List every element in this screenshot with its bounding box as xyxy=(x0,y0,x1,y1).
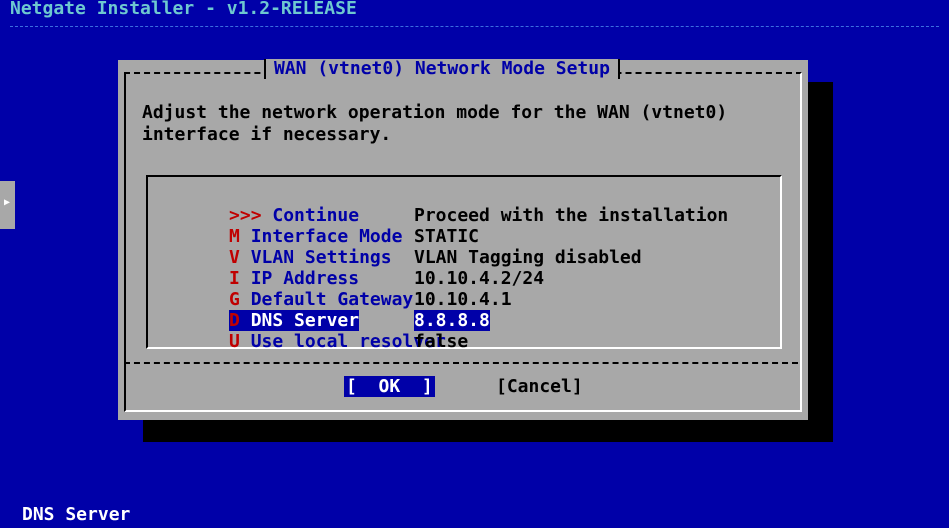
message-line-1: Adjust the network operation mode for th… xyxy=(142,102,728,123)
menu-item-default-gateway[interactable]: G Default Gateway 10.10.4.1 xyxy=(164,268,512,310)
menu-item-value: 10.10.4.2/24 xyxy=(414,268,545,289)
network-mode-dialog: WAN (vtnet0) Network Mode Setup Adjust t… xyxy=(118,59,808,420)
side-panel-handle[interactable]: ▶ xyxy=(0,181,15,229)
dialog-message: Adjust the network operation mode for th… xyxy=(142,102,727,146)
menu-item-ip-address[interactable]: I IP Address 10.10.4.2/24 xyxy=(164,247,544,289)
ok-button[interactable]: [ OK ] xyxy=(344,376,435,397)
installer-title: Netgate Installer - v1.2-RELEASE xyxy=(10,0,357,19)
menu-item-value: Proceed with the installation xyxy=(414,205,729,226)
menu-item-value: STATIC xyxy=(414,226,480,247)
arrow-right-icon: ▶ xyxy=(4,197,11,208)
menu-item-value: false xyxy=(414,331,469,352)
status-bar-text: DNS Server xyxy=(22,504,131,525)
menu-list: >>> Continue Proceed with the installatio… xyxy=(146,175,782,352)
dialog-title: WAN (vtnet0) Network Mode Setup xyxy=(264,59,620,79)
cancel-button[interactable]: [Cancel] xyxy=(496,376,583,397)
menu-item-vlan-settings[interactable]: V VLAN Settings VLAN Tagging disabled xyxy=(164,226,642,268)
button-divider xyxy=(124,362,798,364)
menu-item-interface-mode[interactable]: M Interface Mode STATIC xyxy=(164,205,479,247)
menu-item-value: 10.10.4.1 xyxy=(414,289,512,310)
menu-item-dns-server[interactable]: D DNS Server 8.8.8.8 xyxy=(164,289,490,331)
menu-item-use-local-resolver[interactable]: U Use local resolver false xyxy=(164,310,468,352)
title-divider xyxy=(10,26,939,27)
menu-item-continue[interactable]: >>> Continue Proceed with the installatio… xyxy=(164,184,728,226)
hotkey: U xyxy=(229,331,240,352)
menu-item-value: VLAN Tagging disabled xyxy=(414,247,642,268)
message-line-2: interface if necessary. xyxy=(142,124,392,145)
